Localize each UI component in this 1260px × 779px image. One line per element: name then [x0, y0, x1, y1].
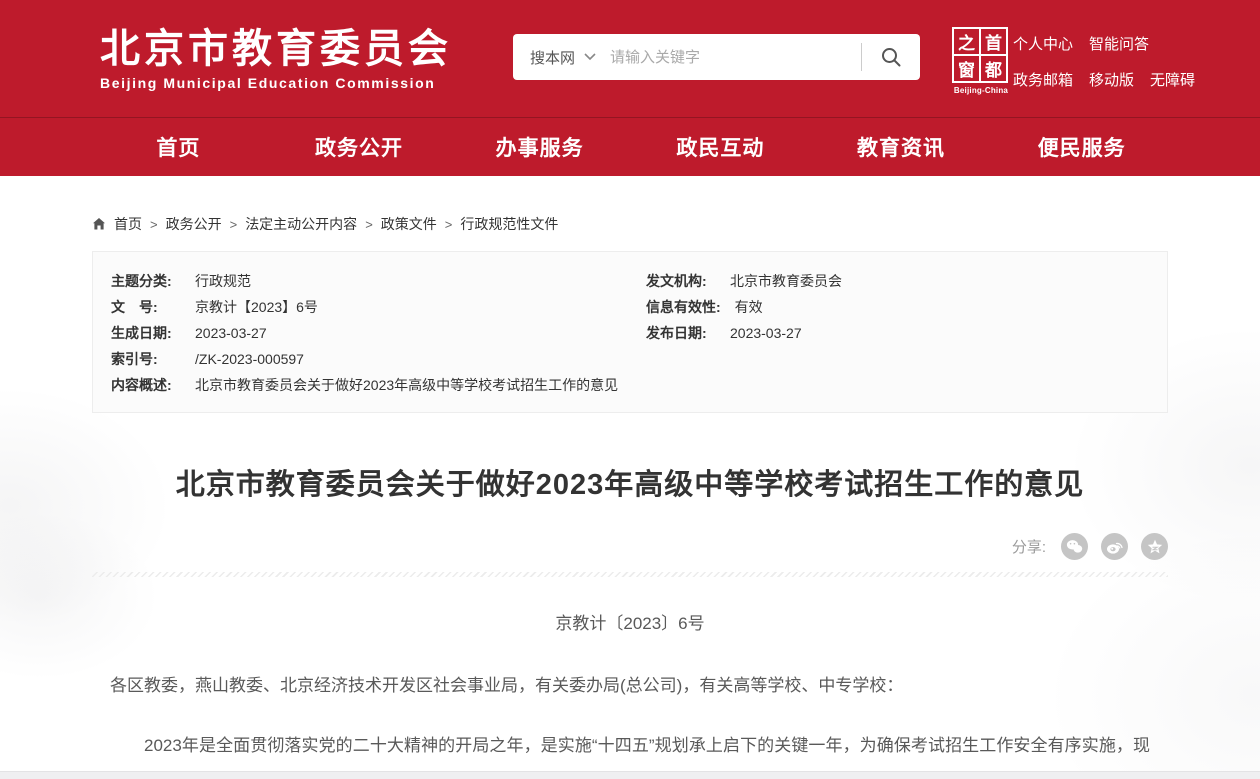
article-title: 北京市教育委员会关于做好2023年高级中等学校考试招生工作的意见: [92, 461, 1168, 503]
seal-char: 都: [981, 56, 1006, 81]
capital-window-logo[interactable]: 之 首 窗 都 Beijing-China: [952, 27, 1010, 95]
share-bar: 分享:: [92, 533, 1168, 560]
meta-row-validity: 信息有效性: 有效: [646, 294, 1145, 320]
meta-value: 京教计【2023】6号: [195, 294, 318, 320]
quick-links: 个人中心 智能问答 政务邮箱 移动版 无障碍: [1013, 33, 1195, 105]
meta-label: 内容概述:: [111, 372, 181, 398]
link-smart-qa[interactable]: 智能问答: [1089, 33, 1149, 54]
chevron-down-icon: [584, 53, 596, 61]
meta-row-created-date: 生成日期: 2023-03-27: [111, 320, 646, 346]
link-accessibility[interactable]: 无障碍: [1150, 69, 1195, 90]
qzone-star-icon: [1147, 539, 1163, 555]
meta-row-publish-date: 发布日期: 2023-03-27: [646, 320, 1145, 346]
seal-char: 之: [954, 29, 979, 54]
breadcrumb-item-gov-affairs[interactable]: 政务公开: [166, 214, 222, 234]
seal-char: 窗: [954, 56, 979, 81]
meta-row-index-number: 索引号: /ZK-2023-000597: [111, 346, 646, 372]
breadcrumb-separator: >: [445, 217, 453, 232]
breadcrumb-item-policy-files[interactable]: 政策文件: [381, 214, 437, 234]
search-icon: [880, 46, 902, 68]
meta-value: 2023-03-27: [730, 320, 802, 346]
breadcrumb-item-normative-files[interactable]: 行政规范性文件: [460, 214, 558, 234]
site-title: 北京市教育委员会: [100, 27, 452, 71]
nav-item-services[interactable]: 办事服务: [449, 132, 630, 162]
search-input[interactable]: [610, 49, 861, 66]
page: 北京市教育委员会 Beijing Municipal Education Com…: [0, 0, 1260, 779]
nav-item-interaction[interactable]: 政民互动: [630, 132, 811, 162]
share-label: 分享:: [1012, 536, 1046, 557]
search-button[interactable]: [862, 34, 920, 80]
meta-value: 行政规范: [195, 268, 251, 294]
meta-row-doc-number: 文 号: 京教计【2023】6号: [111, 294, 646, 320]
seal-caption: Beijing-China: [952, 86, 1010, 95]
site-logo[interactable]: 北京市教育委员会 Beijing Municipal Education Com…: [100, 27, 452, 91]
meta-value: 2023-03-27: [195, 320, 267, 346]
content-area: 首页 > 政务公开 > 法定主动公开内容 > 政策文件 > 行政规范性文件 主题…: [0, 176, 1260, 771]
share-qzone-button[interactable]: [1141, 533, 1168, 560]
search-scope-label: 搜本网: [530, 47, 575, 68]
meta-row-issuing-agency: 发文机构: 北京市教育委员会: [646, 268, 1145, 294]
link-mobile-version[interactable]: 移动版: [1089, 69, 1134, 90]
share-weibo-button[interactable]: [1101, 533, 1128, 560]
home-icon: [92, 217, 106, 231]
nav-item-edu-news[interactable]: 教育资讯: [811, 132, 992, 162]
nav-item-gov-affairs[interactable]: 政务公开: [269, 132, 450, 162]
nav-item-home[interactable]: 首页: [88, 132, 269, 162]
search-scope-dropdown[interactable]: 搜本网: [513, 47, 610, 68]
document-number: 京教计〔2023〕6号: [92, 609, 1168, 634]
document-meta-panel: 主题分类: 行政规范 文 号: 京教计【2023】6号 生成日期: 2023-0…: [92, 251, 1168, 413]
nav-item-convenience[interactable]: 便民服务: [991, 132, 1172, 162]
breadcrumb: 首页 > 政务公开 > 法定主动公开内容 > 政策文件 > 行政规范性文件: [92, 176, 1168, 234]
meta-label: 文 号:: [111, 294, 181, 320]
meta-label: 发文机构:: [646, 268, 716, 294]
seal-char: 首: [981, 29, 1006, 54]
breadcrumb-item-home[interactable]: 首页: [114, 214, 142, 234]
breadcrumb-item-open-content[interactable]: 法定主动公开内容: [245, 214, 357, 234]
meta-label: 信息有效性:: [646, 294, 721, 320]
meta-label: 索引号:: [111, 346, 181, 372]
link-gov-mailbox[interactable]: 政务邮箱: [1013, 69, 1073, 90]
meta-value: /ZK-2023-000597: [195, 346, 304, 372]
meta-label: 生成日期:: [111, 320, 181, 346]
share-wechat-button[interactable]: [1061, 533, 1088, 560]
meta-value: 北京市教育委员会关于做好2023年高级中等学校考试招生工作的意见: [195, 372, 618, 398]
meta-column-left: 主题分类: 行政规范 文 号: 京教计【2023】6号 生成日期: 2023-0…: [111, 268, 646, 398]
meta-value: 有效: [735, 294, 763, 320]
breadcrumb-separator: >: [150, 217, 158, 232]
site-header: 北京市教育委员会 Beijing Municipal Education Com…: [0, 0, 1260, 117]
site-subtitle: Beijing Municipal Education Commission: [100, 75, 452, 91]
meta-column-right: 发文机构: 北京市教育委员会 信息有效性: 有效 发布日期: 2023-03-2…: [646, 268, 1145, 398]
search-box: 搜本网: [513, 34, 920, 80]
meta-label: 主题分类:: [111, 268, 181, 294]
breadcrumb-separator: >: [365, 217, 373, 232]
weibo-icon: [1106, 539, 1123, 555]
capital-window-seal-icon: 之 首 窗 都: [952, 27, 1008, 83]
breadcrumb-separator: >: [230, 217, 238, 232]
wechat-icon: [1066, 539, 1083, 554]
link-personal-center[interactable]: 个人中心: [1013, 33, 1073, 54]
hatched-divider: [92, 572, 1168, 577]
meta-row-topic: 主题分类: 行政规范: [111, 268, 646, 294]
article-paragraph: 2023年是全面贯彻落实党的二十大精神的开局之年，是实施“十四五”规划承上启下的…: [92, 724, 1168, 779]
main-nav: 首页 政务公开 办事服务 政民互动 教育资讯 便民服务: [0, 117, 1260, 176]
meta-value: 北京市教育委员会: [730, 268, 842, 294]
article-salutation: 各区教委，燕山教委、北京经济技术开发区社会事业局，有关委办局(总公司)，有关高等…: [92, 672, 1168, 700]
meta-row-summary: 内容概述: 北京市教育委员会关于做好2023年高级中等学校考试招生工作的意见: [111, 372, 646, 398]
meta-label: 发布日期:: [646, 320, 716, 346]
